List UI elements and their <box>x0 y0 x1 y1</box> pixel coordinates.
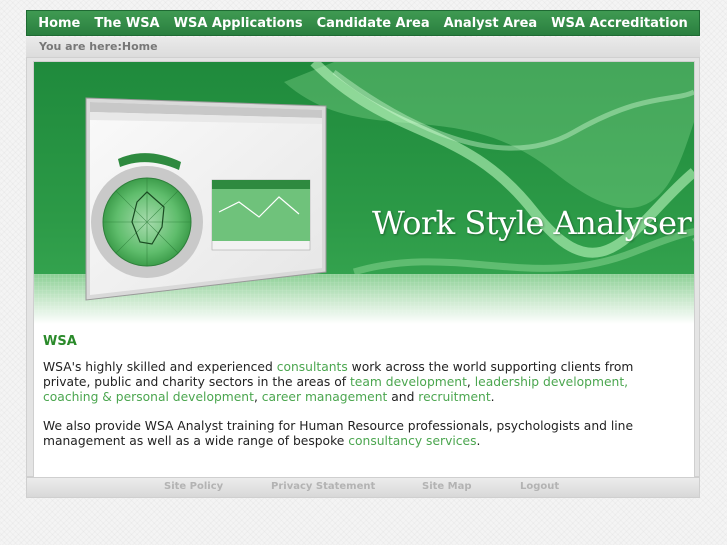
p1-text-3: , <box>466 375 475 389</box>
p1-text-4: , <box>253 390 262 404</box>
p2-text-2: . <box>476 434 481 448</box>
footer-bar: Site Policy Privacy Statement Site Map L… <box>26 477 700 498</box>
content-inner: Work Style Analyser WSA WSA's highly ski… <box>33 61 695 478</box>
nav-home[interactable]: Home <box>31 16 87 31</box>
breadcrumb: You are here:Home <box>39 40 158 53</box>
content-box: Work Style Analyser WSA WSA's highly ski… <box>26 57 700 478</box>
hero-banner: Work Style Analyser <box>34 62 694 324</box>
link-recruitment[interactable]: recruitment <box>418 390 490 404</box>
intro-paragraph-2: We also provide WSA Analyst training for… <box>43 419 683 449</box>
link-consultants[interactable]: consultants <box>277 360 348 374</box>
link-consultancy-services[interactable]: consultancy services <box>348 434 476 448</box>
footer-privacy-statement[interactable]: Privacy Statement <box>271 481 375 492</box>
page-wrapper: Home The WSA WSA Applications Candidate … <box>26 10 700 498</box>
p1-text-5: and <box>387 390 419 404</box>
breadcrumb-current: Home <box>121 40 158 53</box>
p1-text-1: WSA's highly skilled and experienced <box>43 360 277 374</box>
banner-graphic <box>34 62 694 324</box>
nav-the-wsa[interactable]: The WSA <box>87 16 166 31</box>
main-nav: Home The WSA WSA Applications Candidate … <box>26 10 700 36</box>
footer-logout[interactable]: Logout <box>520 481 559 492</box>
p2-text-1: We also provide WSA Analyst training for… <box>43 419 634 448</box>
breadcrumb-bar: You are here:Home <box>26 37 700 58</box>
breadcrumb-prefix: You are here: <box>39 40 122 53</box>
link-team-development[interactable]: team development <box>350 375 467 389</box>
intro-text: WSA WSA's highly skilled and experienced… <box>43 334 683 463</box>
footer-site-map[interactable]: Site Map <box>422 481 472 492</box>
footer-site-policy[interactable]: Site Policy <box>164 481 223 492</box>
link-career-management[interactable]: career management <box>262 390 388 404</box>
banner-title: Work Style Analyser <box>372 204 692 242</box>
intro-paragraph-1: WSA's highly skilled and experienced con… <box>43 360 683 405</box>
p1-text-6: . <box>490 390 495 404</box>
nav-candidate-area[interactable]: Candidate Area <box>310 16 437 31</box>
monitor-illustration <box>85 97 327 301</box>
nav-analyst-area[interactable]: Analyst Area <box>437 16 545 31</box>
section-heading: WSA <box>43 334 77 349</box>
nav-wsa-accreditation[interactable]: WSA Accreditation <box>544 16 695 31</box>
nav-wsa-applications[interactable]: WSA Applications <box>167 16 310 31</box>
